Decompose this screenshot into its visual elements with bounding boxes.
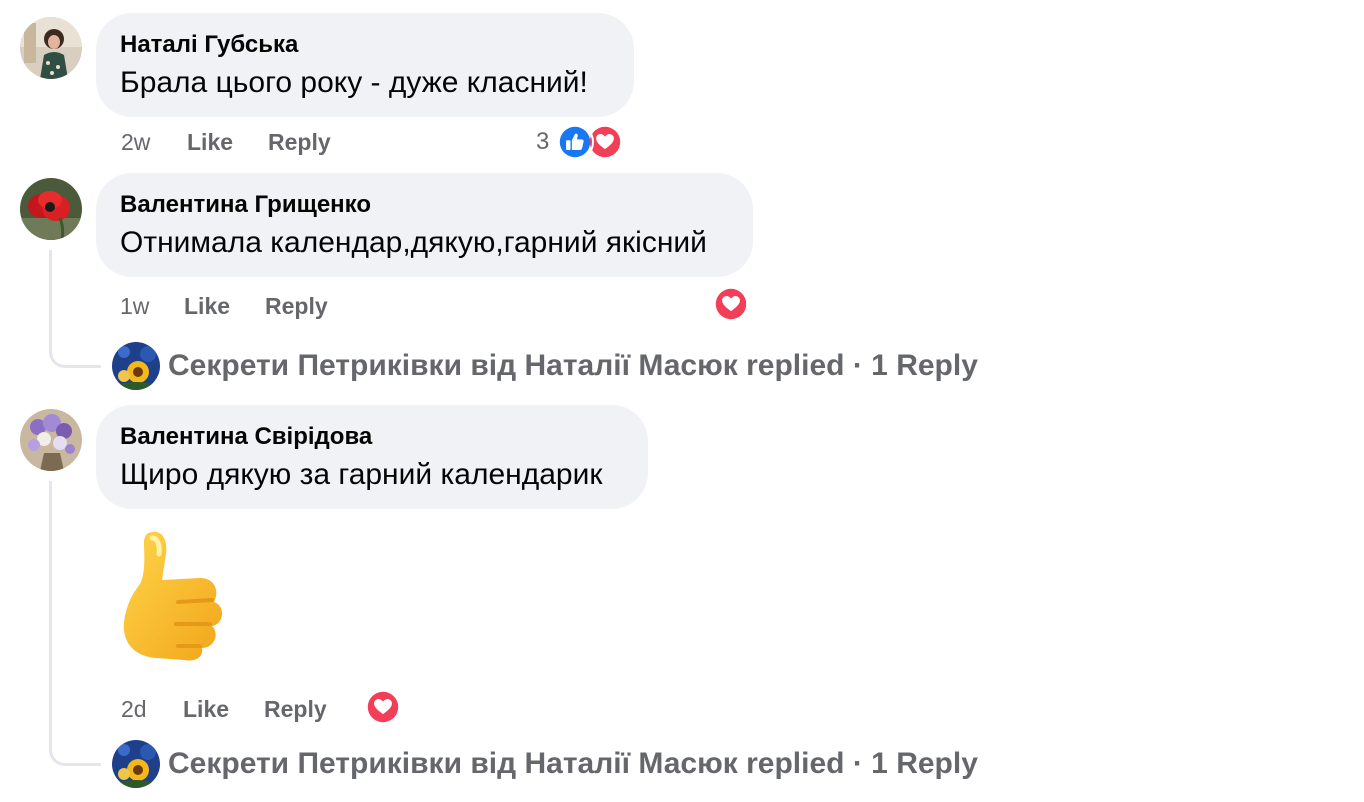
comment-bubble: Валентина Свірідова Щиро дякую за гарний…	[96, 405, 648, 509]
avatar[interactable]	[20, 17, 82, 79]
replies-link[interactable]: Секрети Петриківки від Наталії Масюк rep…	[168, 746, 978, 782]
reply-button[interactable]: Reply	[265, 291, 328, 321]
comment-actions: 1w Like Reply	[120, 291, 380, 321]
comment-text: Брала цього року - дуже класний!	[120, 66, 588, 99]
thumbs-up-sticker	[116, 528, 234, 662]
avatar-flowers-photo	[20, 409, 82, 471]
love-icon	[712, 285, 750, 323]
reply-button[interactable]: Reply	[268, 127, 331, 157]
comment-timestamp[interactable]: 2w	[121, 127, 150, 157]
avatar-poppy-photo	[20, 178, 82, 240]
replies-separator: ·	[852, 349, 863, 382]
replies-summary[interactable]: Секрети Петриківки від Наталії Масюк rep…	[112, 342, 1012, 390]
comment-timestamp[interactable]: 2d	[121, 694, 147, 724]
avatar[interactable]	[20, 178, 82, 240]
like-button[interactable]: Like	[183, 694, 229, 724]
replies-count: 1 Reply	[871, 747, 978, 780]
like-button[interactable]: Like	[184, 291, 230, 321]
reaction-summary[interactable]	[364, 688, 404, 728]
thread-connector	[49, 330, 101, 368]
comment-actions: 2w Like Reply	[121, 127, 381, 157]
like-icon	[556, 123, 594, 161]
avatar	[112, 342, 160, 390]
comment-author[interactable]: Валентина Свірідова	[120, 423, 624, 451]
love-icon	[364, 688, 402, 726]
like-button[interactable]: Like	[187, 127, 233, 157]
replies-count: 1 Reply	[871, 349, 978, 382]
replies-action: replied	[746, 349, 845, 382]
thread-line	[49, 481, 52, 749]
comment-author[interactable]: Валентина Грищенко	[120, 191, 729, 219]
thumbs-up-icon	[123, 531, 223, 661]
avatar	[112, 740, 160, 788]
reaction-summary[interactable]: 3	[536, 122, 628, 162]
avatar[interactable]	[20, 409, 82, 471]
reaction-count: 3	[536, 128, 550, 155]
avatar-woman-photo	[20, 17, 82, 79]
replies-separator: ·	[852, 747, 863, 780]
comment-actions: 2d Like Reply	[121, 694, 381, 724]
replies-summary[interactable]: Секрети Петриківки від Наталії Масюк rep…	[112, 740, 1012, 788]
replies-author: Секрети Петриківки від Наталії Масюк	[168, 747, 738, 780]
replies-link[interactable]: Секрети Петриківки від Наталії Масюк rep…	[168, 348, 978, 384]
comment-timestamp[interactable]: 1w	[120, 291, 149, 321]
avatar-painting-photo	[112, 342, 160, 390]
comment-bubble: Валентина Грищенко Отнимала календар,дяк…	[96, 173, 753, 277]
avatar-painting-photo	[112, 740, 160, 788]
replies-action: replied	[746, 747, 845, 780]
comment-author[interactable]: Наталі Губська	[120, 31, 610, 59]
thread-connector	[49, 728, 101, 766]
reply-button[interactable]: Reply	[264, 694, 327, 724]
replies-author: Секрети Петриківки від Наталії Масюк	[168, 349, 738, 382]
reaction-summary[interactable]	[712, 285, 752, 325]
comment-text: Щиро дякую за гарний календарик	[120, 458, 603, 491]
comment-bubble: Наталі Губська Брала цього року - дуже к…	[96, 13, 634, 117]
comment-text: Отнимала календар,дякую,гарний якісний	[120, 226, 707, 259]
